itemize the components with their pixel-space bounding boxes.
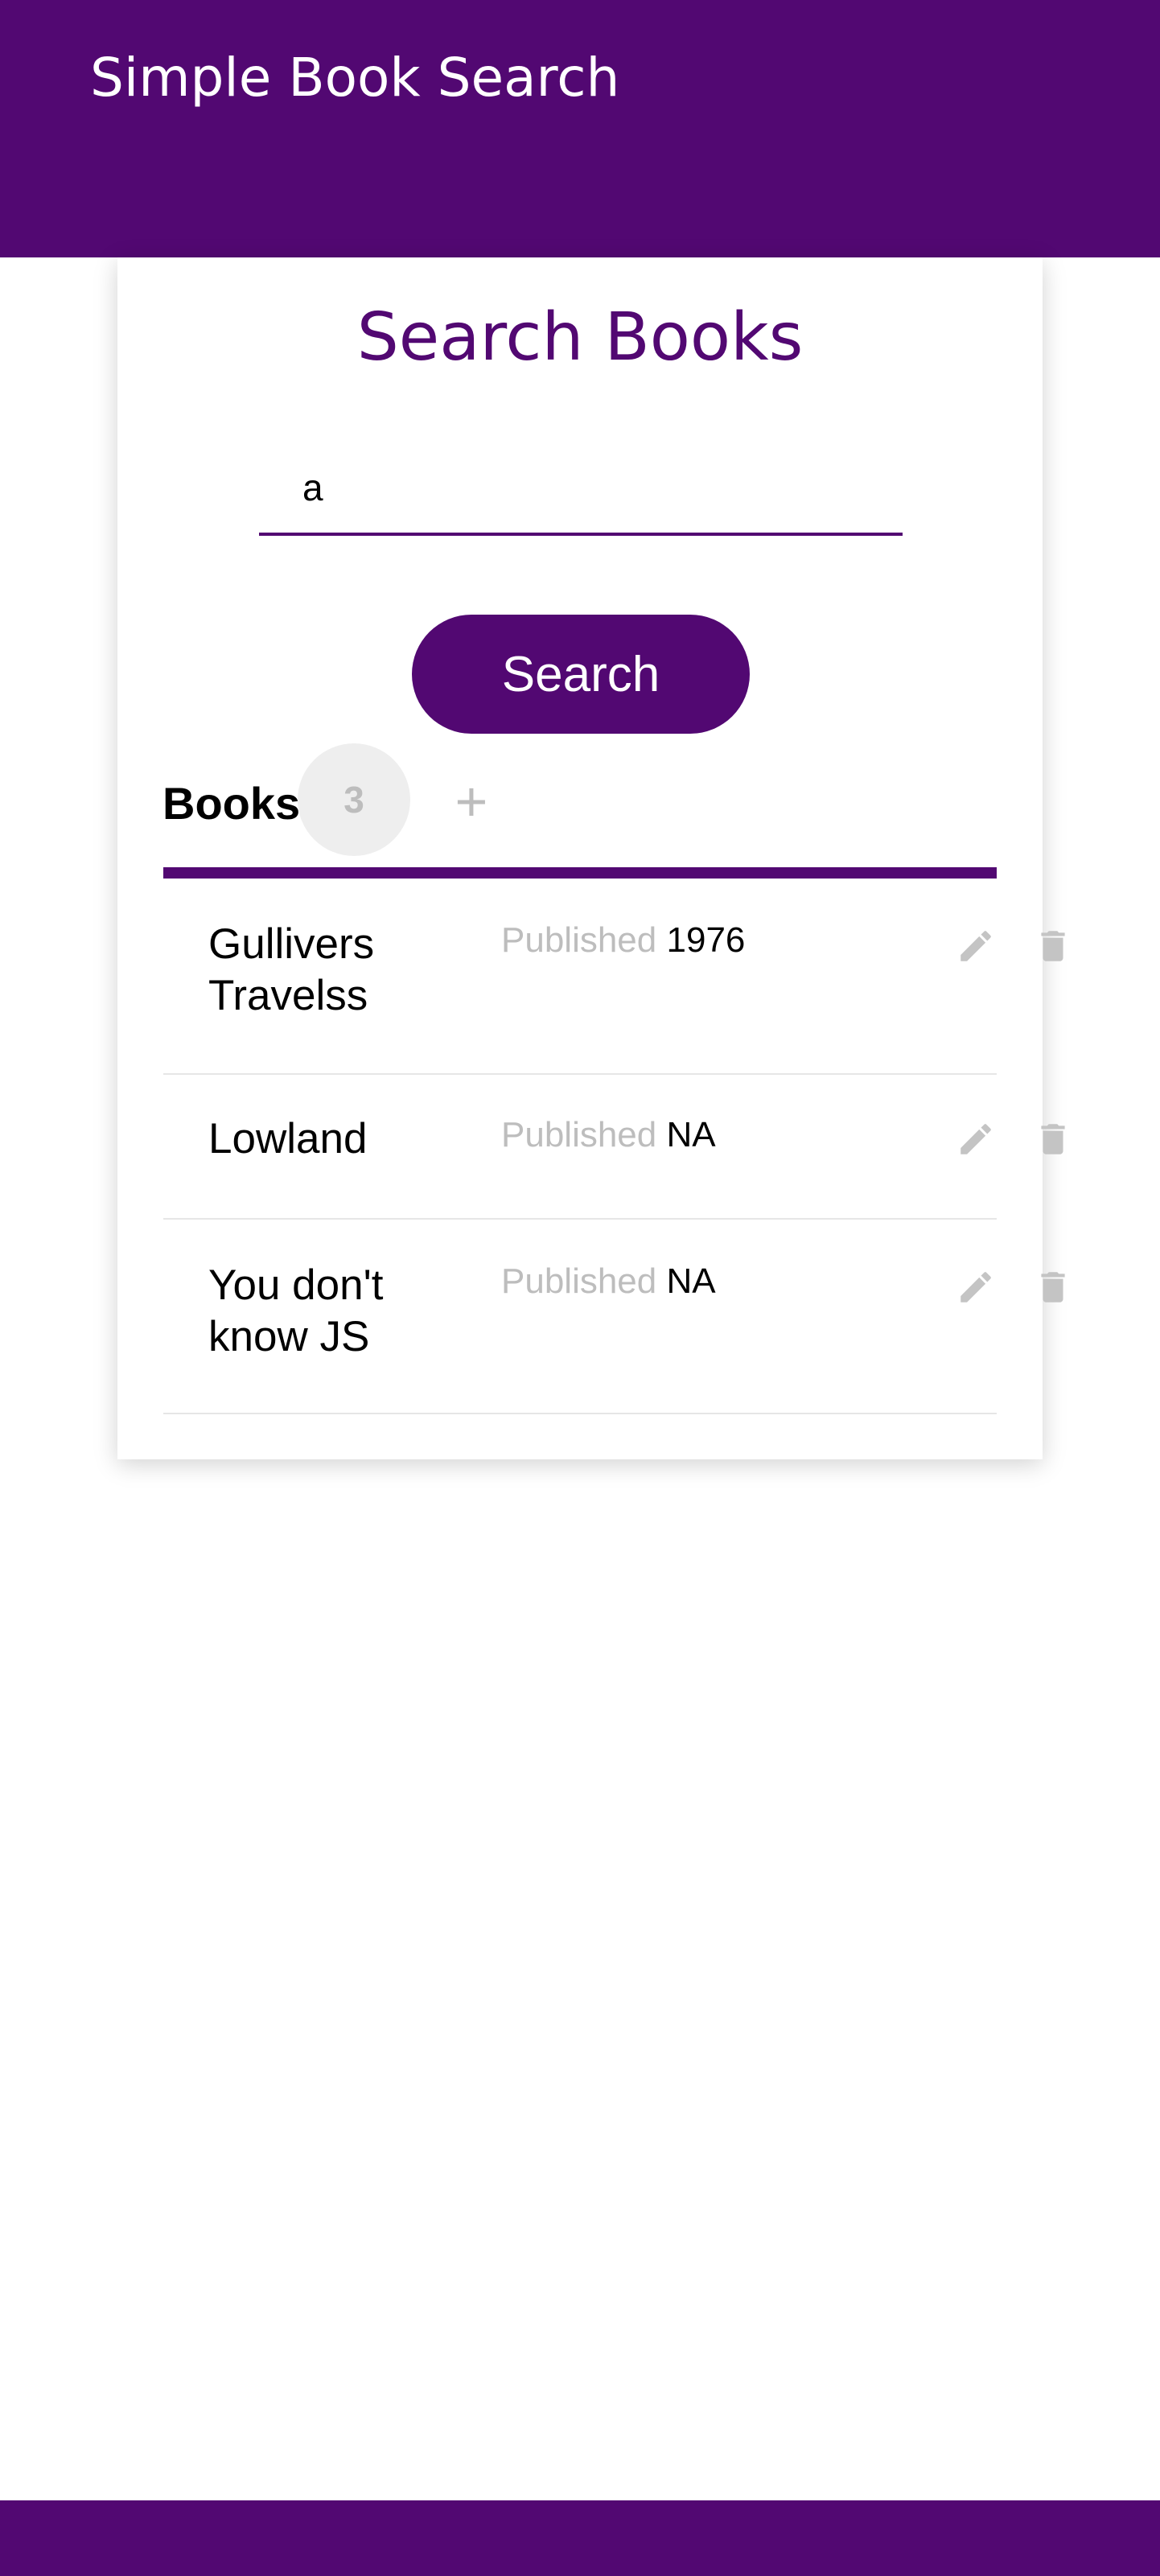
books-tab[interactable]: Books 3 +: [117, 740, 951, 869]
book-title: You don't know JS: [208, 1261, 384, 1360]
edit-button[interactable]: [952, 1115, 1000, 1163]
book-title: Gullivers Travelss: [208, 920, 375, 1019]
tab-indicator: [163, 867, 997, 879]
card-title: Search Books: [356, 299, 804, 376]
add-book-button[interactable]: +: [438, 767, 505, 835]
app-bar: Simple Book Search: [0, 0, 1160, 257]
trash-icon: [1041, 1272, 1065, 1302]
pencil-icon: [960, 1124, 991, 1154]
edit-button[interactable]: [952, 1263, 1000, 1311]
book-list: Gullivers Travelss Published 1976 Lowlan…: [163, 879, 1065, 1414]
trash-icon: [1041, 1124, 1065, 1154]
list-item: Gullivers Travelss Published 1976: [163, 879, 1065, 1075]
book-count-badge: 3: [298, 743, 410, 856]
published-info: Published NA: [501, 1115, 716, 1155]
list-item: Lowland Published NA: [163, 1075, 1065, 1220]
edit-button[interactable]: [952, 922, 1000, 970]
pencil-icon: [960, 1272, 991, 1302]
search-input[interactable]: [259, 451, 903, 533]
bottom-bar: [0, 2500, 1160, 2576]
search-button[interactable]: Search: [412, 615, 750, 734]
search-field: [259, 451, 903, 536]
app-title: Simple Book Search: [90, 47, 620, 109]
published-year: NA: [666, 1261, 716, 1301]
published-year: NA: [666, 1115, 716, 1154]
published-label: Published: [501, 920, 657, 960]
list-item: You don't know JS Published NA: [163, 1220, 1065, 1414]
published-year: 1976: [666, 920, 746, 960]
published-label: Published: [501, 1261, 657, 1301]
published-info: Published NA: [501, 1261, 716, 1302]
delete-button[interactable]: [1029, 1263, 1077, 1311]
published-label: Published: [501, 1115, 657, 1154]
published-info: Published 1976: [501, 920, 745, 961]
trash-icon: [1041, 931, 1065, 961]
book-title: Lowland: [208, 1115, 368, 1162]
pencil-icon: [960, 931, 991, 961]
delete-button[interactable]: [1029, 922, 1077, 970]
delete-button[interactable]: [1029, 1115, 1077, 1163]
tab-books-label: Books: [162, 778, 301, 829]
